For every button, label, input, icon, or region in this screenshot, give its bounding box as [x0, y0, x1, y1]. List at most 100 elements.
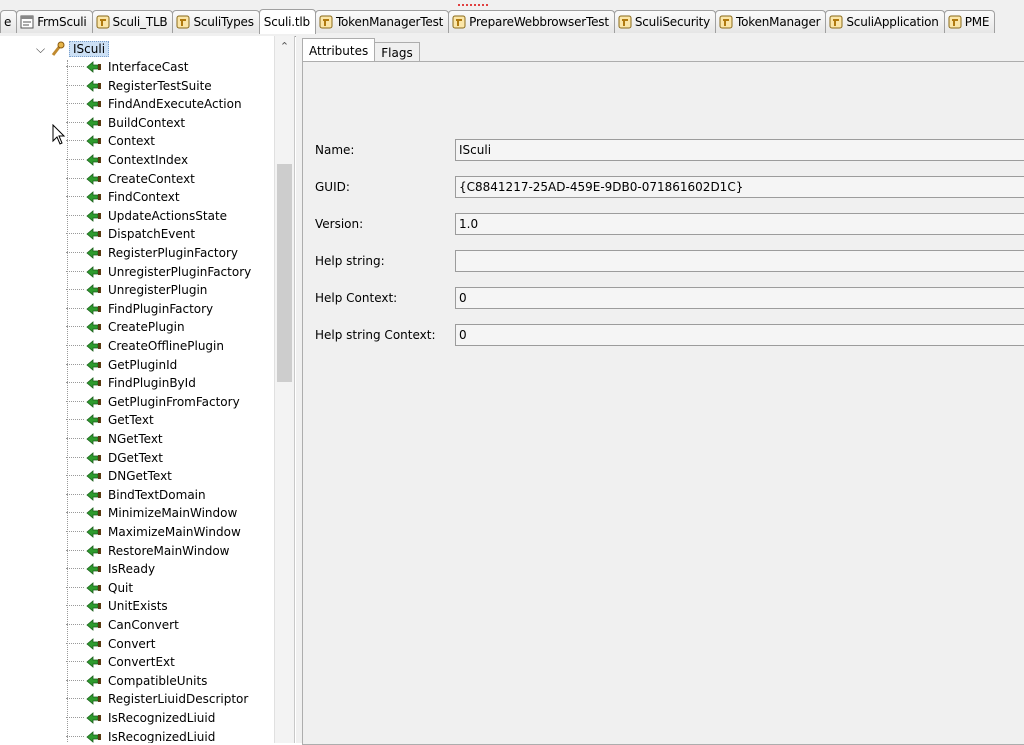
chevron-down-icon[interactable]: ⌵ — [36, 42, 46, 57]
tree-method-item[interactable]: Quit — [66, 579, 133, 597]
tab-attributes[interactable]: Attributes — [302, 38, 376, 63]
help-context-label: Help Context: — [315, 291, 398, 305]
tree-method-item[interactable]: CompatibleUnits — [66, 672, 207, 690]
tree-connector — [66, 270, 84, 273]
method-icon — [86, 470, 102, 483]
tree-method-item[interactable]: RestoreMainWindow — [66, 542, 230, 560]
help-string-label: Help string: — [315, 254, 385, 268]
method-label: ContextIndex — [108, 153, 189, 167]
method-icon — [86, 730, 102, 743]
method-icon — [86, 98, 102, 111]
tab-sculi-tlb[interactable]: Sculi_TLB — [91, 10, 174, 33]
tree-method-item[interactable]: MinimizeMainWindow — [66, 504, 237, 522]
tree-method-item[interactable]: GetPluginFromFactory — [66, 393, 240, 411]
tree-connector — [66, 363, 84, 366]
tree-connector — [66, 735, 84, 738]
method-icon — [86, 488, 102, 501]
mouse-cursor-icon — [52, 124, 66, 145]
tab-sculitypes[interactable]: SculiTypes — [172, 10, 260, 33]
tree-method-item[interactable]: CreatePlugin — [66, 318, 185, 336]
tree-method-item[interactable]: BuildContext — [66, 114, 185, 132]
method-label: FindContext — [108, 190, 180, 205]
tree-method-item[interactable]: BindTextDomain — [66, 486, 206, 504]
tree-connector — [66, 140, 84, 142]
method-icon — [86, 61, 102, 73]
help-string-context-field[interactable]: 0 — [455, 324, 1024, 346]
tree-method-item[interactable]: UnitExists — [66, 597, 168, 615]
tree-connector — [66, 642, 84, 645]
tree-root-label[interactable]: ISculi — [69, 41, 110, 57]
tab-frmsculi[interactable]: FrmSculi — [16, 10, 93, 33]
version-field[interactable]: 1.0 — [455, 213, 1024, 235]
name-field[interactable]: ISculi — [455, 139, 1024, 161]
tree-connector — [66, 717, 84, 719]
tab-sculiapplication[interactable]: SculiApplication — [825, 10, 945, 33]
tree-method-item[interactable]: FindPluginFactory — [66, 300, 213, 318]
tab-pme[interactable]: PME — [943, 10, 996, 33]
tree-root-node[interactable]: ⌵ ISculi — [36, 40, 110, 58]
scroll-up-icon[interactable]: ⌃ — [275, 40, 294, 53]
method-icon — [86, 284, 102, 297]
tree-connector — [66, 419, 84, 421]
tree-method-item[interactable]: RegisterLiuidDescriptor — [66, 690, 248, 708]
tree-method-item[interactable]: DGetText — [66, 449, 163, 467]
tree-connector — [66, 679, 84, 682]
tree-method-item[interactable]: ConvertExt — [66, 653, 175, 671]
tab-tokenmanagertest[interactable]: TokenManagerTest — [314, 10, 450, 33]
tree-scrollbar[interactable]: ⌃ — [274, 36, 294, 743]
tab-flags[interactable]: Flags — [374, 42, 420, 63]
tree-method-item[interactable]: GetText — [66, 411, 154, 429]
guid-field[interactable]: {C8841217-25AD-459E-9DB0-071861602D1C} — [455, 176, 1024, 198]
tree-method-item[interactable]: IsRecognizedLiuid — [66, 728, 215, 743]
tree-method-item[interactable]: Convert — [66, 635, 155, 653]
tree-method-item[interactable]: IsReady — [66, 560, 155, 578]
tab-label: SculiApplication — [846, 15, 939, 29]
tree-method-item[interactable]: ContextIndex — [66, 151, 188, 169]
method-label: DNGetText — [108, 469, 172, 484]
tree-method-item[interactable]: RegisterTestSuite — [66, 77, 212, 95]
tree-method-item[interactable]: FindAndExecuteAction — [66, 95, 242, 113]
tree-method-item[interactable]: InterfaceCast — [66, 58, 188, 76]
help-context-field[interactable]: 0 — [455, 287, 1024, 309]
method-label: InterfaceCast — [108, 60, 189, 74]
tree-method-item[interactable]: Context — [66, 132, 155, 150]
tree-method-item[interactable]: DNGetText — [66, 467, 172, 485]
method-label: GetText — [108, 413, 154, 428]
tree-method-item[interactable]: IsRecognizedLiuid — [66, 709, 215, 727]
tree-connector — [66, 252, 84, 254]
tree-method-item[interactable]: UnregisterPlugin — [66, 281, 207, 299]
tree-connector — [66, 475, 84, 477]
tree-method-item[interactable]: CreateOfflinePlugin — [66, 337, 224, 355]
tree-method-item[interactable]: NGetText — [66, 430, 163, 448]
tab-tokenmanager[interactable]: TokenManager — [715, 10, 827, 33]
tree-method-item[interactable]: CreateContext — [66, 170, 195, 188]
tree-connector — [66, 307, 84, 310]
tab-strip: e FrmSculi Sculi_TLB SculiTypes Sculi.tlb Tok… — [0, 9, 996, 34]
tree-method-item[interactable]: RegisterPluginFactory — [66, 244, 238, 262]
unit-icon — [176, 15, 190, 29]
tab-e[interactable]: e — [0, 10, 18, 33]
method-icon — [86, 172, 102, 185]
tab-preparewebbrowsertest[interactable]: PrepareWebbrowserTest — [448, 10, 615, 33]
unit-icon — [319, 15, 333, 29]
tree-method-item[interactable]: UpdateActionsState — [66, 207, 227, 225]
tree-connector — [66, 531, 84, 533]
method-label: Convert — [108, 636, 156, 651]
method-icon — [86, 581, 102, 594]
editor-tab-bar: e FrmSculi Sculi_TLB SculiTypes Sculi.tlb Tok… — [0, 0, 1024, 37]
tree-connector — [66, 624, 84, 626]
method-icon — [86, 79, 102, 92]
tree-method-item[interactable]: DispatchEvent — [66, 225, 195, 243]
tree-method-item[interactable]: UnregisterPluginFactory — [66, 263, 251, 281]
help-string-field[interactable] — [455, 250, 1024, 272]
tree-connector — [66, 512, 84, 514]
tree-method-item[interactable]: MaximizeMainWindow — [66, 523, 241, 541]
tree-method-item[interactable]: FindContext — [66, 188, 180, 206]
tab-sculi-tlb[interactable]: Sculi.tlb — [258, 9, 316, 34]
tree-method-item[interactable]: FindPluginById — [66, 374, 196, 392]
scrollbar-thumb[interactable] — [277, 164, 292, 382]
method-label: CompatibleUnits — [108, 673, 208, 688]
tree-method-item[interactable]: GetPluginId — [66, 356, 177, 374]
tree-method-item[interactable]: CanConvert — [66, 616, 179, 634]
tab-sculisecurity[interactable]: SculiSecurity — [613, 10, 717, 33]
